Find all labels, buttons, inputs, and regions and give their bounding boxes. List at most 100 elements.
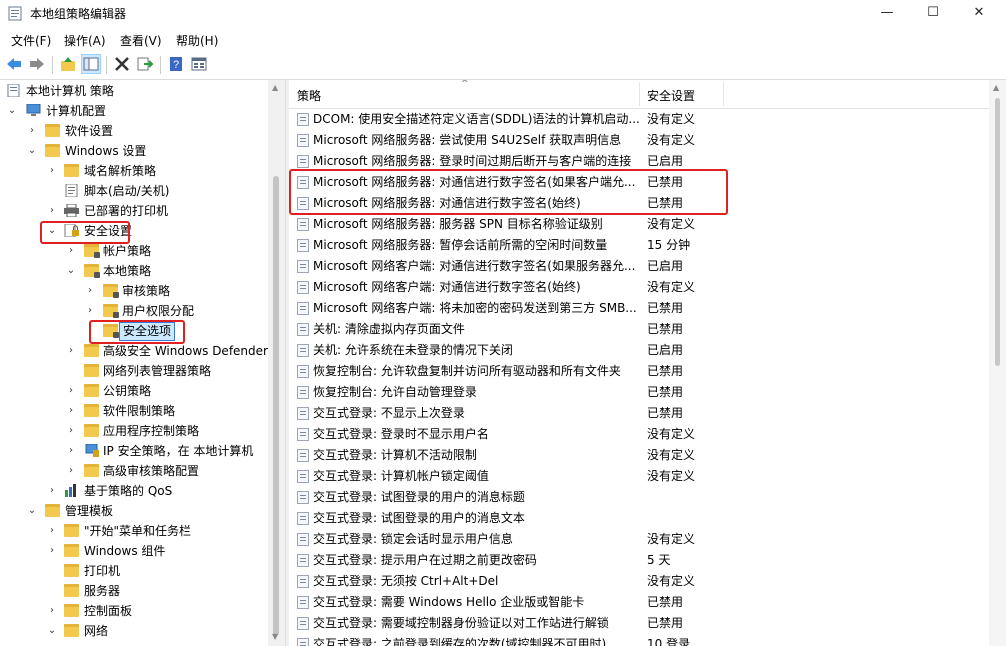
tree-item-root[interactable]: 本地计算机 策略: [0, 81, 268, 101]
column-header-policy[interactable]: 策略: [297, 87, 321, 104]
table-row[interactable]: 交互式登录: 登录时不显示用户名 没有定义: [289, 424, 989, 445]
toolbar: ?: [0, 51, 1006, 80]
folder-icon: [64, 164, 79, 177]
scroll-up-icon[interactable]: ▲: [993, 83, 999, 92]
chevron-right-icon[interactable]: ›: [65, 401, 77, 421]
tree-item-windows-components[interactable]: › Windows 组件: [0, 541, 268, 561]
menu-action[interactable]: 操作(A): [64, 32, 106, 49]
table-row[interactable]: DCOM: 使用安全描述符定义语言(SDDL)语法的计算机启动... 没有定义: [289, 109, 989, 130]
table-row[interactable]: 交互式登录: 之前登录到缓存的次数(域控制器不可用时) 10 登录: [289, 634, 989, 646]
menu-view[interactable]: 查看(V): [120, 32, 162, 49]
table-row[interactable]: Microsoft 网络服务器: 尝试使用 S4U2Self 获取声明信息 没有定…: [289, 130, 989, 151]
table-row[interactable]: 交互式登录: 计算机不活动限制 没有定义: [289, 445, 989, 466]
maximize-button[interactable]: ☐: [910, 0, 956, 26]
scrollbar-thumb[interactable]: [995, 98, 1000, 366]
locked-folder-icon: [103, 304, 119, 318]
table-row[interactable]: 恢复控制台: 允许软盘复制并访问所有驱动器和所有文件夹 已禁用: [289, 361, 989, 382]
table-row[interactable]: 关机: 清除虚拟内存页面文件 已禁用: [289, 319, 989, 340]
list-scrollbar[interactable]: ▲: [989, 80, 1006, 646]
chevron-right-icon[interactable]: ›: [65, 341, 77, 361]
table-row[interactable]: 交互式登录: 试图登录的用户的消息标题: [289, 487, 989, 508]
table-row[interactable]: 交互式登录: 需要 Windows Hello 企业版或智能卡 已禁用: [289, 592, 989, 613]
chevron-right-icon[interactable]: ›: [46, 201, 58, 221]
table-row[interactable]: Microsoft 网络客户端: 对通信进行数字签名(如果服务器允... 已启用: [289, 256, 989, 277]
back-arrow-icon[interactable]: [4, 54, 24, 74]
chevron-right-icon[interactable]: ›: [84, 281, 96, 301]
scrollbar-thumb[interactable]: [273, 176, 279, 636]
tree-item-printers-template[interactable]: 打印机: [0, 561, 268, 581]
tree-item-network-list[interactable]: 网络列表管理器策略: [0, 361, 268, 381]
tree-label: 高级审核策略配置: [103, 464, 200, 478]
policy-document-icon: [7, 84, 20, 97]
table-row[interactable]: 交互式登录: 计算机帐户锁定阈值 没有定义: [289, 466, 989, 487]
policy-setting: 已禁用: [647, 406, 684, 420]
tree-item-advanced-audit[interactable]: › 高级审核策略配置: [0, 461, 268, 481]
help-icon[interactable]: ?: [166, 54, 186, 74]
table-row[interactable]: 交互式登录: 不显示上次登录 已禁用: [289, 403, 989, 424]
menu-file[interactable]: 文件(F): [11, 32, 51, 49]
tree-item-windows-settings[interactable]: ⌄ Windows 设置: [0, 141, 268, 161]
table-row[interactable]: 恢复控制台: 允许自动管理登录 已禁用: [289, 382, 989, 403]
tree-item-printers[interactable]: › 已部署的打印机: [0, 201, 268, 221]
chevron-right-icon[interactable]: ›: [65, 421, 77, 441]
tree-scrollbar[interactable]: ▲ ▼: [268, 80, 285, 646]
properties-view-icon[interactable]: [189, 54, 209, 74]
table-row[interactable]: Microsoft 网络客户端: 对通信进行数字签名(始终) 没有定义: [289, 277, 989, 298]
chevron-right-icon[interactable]: ›: [46, 521, 58, 541]
table-row[interactable]: 交互式登录: 锁定会话时显示用户信息 没有定义: [289, 529, 989, 550]
table-row[interactable]: 交互式登录: 提示用户在过期之前更改密码 5 天: [289, 550, 989, 571]
table-row[interactable]: 交互式登录: 无须按 Ctrl+Alt+Del 没有定义: [289, 571, 989, 592]
up-folder-icon[interactable]: [58, 54, 78, 74]
tree-item-app-control[interactable]: › 应用程序控制策略: [0, 421, 268, 441]
chevron-right-icon[interactable]: ›: [46, 161, 58, 181]
tree-item-start-menu[interactable]: › "开始"菜单和任务栏: [0, 521, 268, 541]
tree-item-account-policies[interactable]: › 帐户策略: [0, 241, 268, 261]
tree-item-admin-templates[interactable]: ⌄ 管理模板: [0, 501, 268, 521]
column-header-setting[interactable]: 安全设置: [647, 87, 695, 104]
forward-arrow-icon[interactable]: [27, 54, 47, 74]
chevron-down-icon[interactable]: ⌄: [6, 101, 18, 121]
tree-item-qos[interactable]: › 基于策略的 QoS: [0, 481, 268, 501]
tree-item-software-settings[interactable]: › 软件设置: [0, 121, 268, 141]
table-row[interactable]: 交互式登录: 试图登录的用户的消息文本: [289, 508, 989, 529]
tree-item-defender-firewall[interactable]: › 高级安全 Windows Defender: [0, 341, 268, 361]
scroll-up-icon[interactable]: ▲: [272, 83, 278, 92]
table-row[interactable]: Microsoft 网络客户端: 将未加密的密码发送到第三方 SMB... 已禁用: [289, 298, 989, 319]
tree-item-audit-policy[interactable]: › 审核策略: [0, 281, 268, 301]
export-list-icon[interactable]: [135, 54, 155, 74]
chevron-right-icon[interactable]: ›: [46, 481, 58, 501]
table-row[interactable]: 关机: 允许系统在未登录的情况下关闭 已启用: [289, 340, 989, 361]
chevron-right-icon[interactable]: ›: [65, 461, 77, 481]
close-button[interactable]: ✕: [956, 0, 1002, 26]
chevron-down-icon[interactable]: ⌄: [65, 261, 77, 281]
tree-item-network[interactable]: ⌄ 网络: [0, 621, 268, 641]
chevron-right-icon[interactable]: ›: [65, 381, 77, 401]
chevron-right-icon[interactable]: ›: [84, 301, 96, 321]
tree-item-software-restriction[interactable]: › 软件限制策略: [0, 401, 268, 421]
tree-item-ip-security[interactable]: › IP 安全策略，在 本地计算机: [0, 441, 268, 461]
scroll-down-icon[interactable]: ▼: [272, 632, 278, 641]
table-row[interactable]: Microsoft 网络服务器: 暂停会话前所需的空闲时间数量 15 分钟: [289, 235, 989, 256]
tree-item-local-policies[interactable]: ⌄ 本地策略: [0, 261, 268, 281]
show-hide-tree-icon[interactable]: [81, 54, 101, 74]
delete-icon[interactable]: [112, 54, 132, 74]
chevron-down-icon[interactable]: ⌄: [46, 621, 58, 641]
chevron-right-icon[interactable]: ›: [46, 541, 58, 561]
minimize-button[interactable]: —: [864, 0, 910, 26]
chevron-down-icon[interactable]: ⌄: [26, 141, 38, 161]
table-row[interactable]: Microsoft 网络服务器: 服务器 SPN 目标名称验证级别 没有定义: [289, 214, 989, 235]
chevron-right-icon[interactable]: ›: [46, 601, 58, 621]
tree-item-public-key[interactable]: › 公钥策略: [0, 381, 268, 401]
tree-item-name-resolution[interactable]: › 域名解析策略: [0, 161, 268, 181]
chevron-right-icon[interactable]: ›: [65, 441, 77, 461]
tree-item-scripts[interactable]: 脚本(启动/关机): [0, 181, 268, 201]
tree-item-servers[interactable]: 服务器: [0, 581, 268, 601]
tree-item-computer-config[interactable]: ⌄ 计算机配置: [0, 101, 268, 121]
chevron-right-icon[interactable]: ›: [26, 121, 38, 141]
menu-help[interactable]: 帮助(H): [176, 32, 218, 49]
table-row[interactable]: 交互式登录: 需要域控制器身份验证以对工作站进行解锁 已禁用: [289, 613, 989, 634]
tree-item-user-rights[interactable]: › 用户权限分配: [0, 301, 268, 321]
tree-item-control-panel[interactable]: › 控制面板: [0, 601, 268, 621]
chevron-down-icon[interactable]: ⌄: [26, 501, 38, 521]
chevron-right-icon[interactable]: ›: [65, 241, 77, 261]
